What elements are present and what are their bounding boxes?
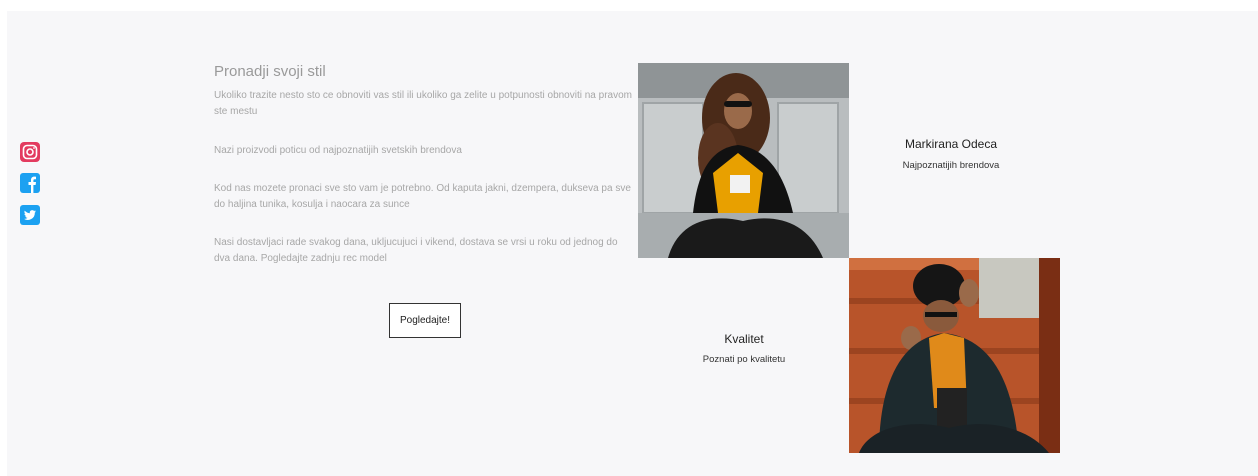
model-photo-man	[849, 258, 1060, 453]
intro-title: Pronadji svoji stil	[214, 63, 326, 80]
feature-title: Markirana Odeca	[904, 137, 998, 151]
intro-paragraph: Ukoliko trazite nesto sto ce obnoviti va…	[214, 90, 632, 117]
twitter-icon[interactable]	[20, 205, 40, 225]
feature-title: Kvalitet	[724, 332, 764, 346]
feature-subtitle: Poznati po kvalitetu	[702, 354, 786, 365]
intro-block: Pronadji svoji stil Ukoliko trazite nest…	[214, 63, 634, 264]
intro-paragraph: Kod nas mozete pronaci sve sto vam je po…	[214, 183, 631, 210]
instagram-icon[interactable]	[20, 142, 40, 162]
view-button[interactable]: Pogledajte!	[389, 303, 461, 338]
facebook-icon[interactable]	[20, 173, 40, 193]
model-photo-woman	[638, 63, 849, 258]
intro-paragraph: Nazi proizvodi poticu od najpoznatijih s…	[214, 145, 462, 156]
intro-paragraph: Nasi dostavljaci rade svakog dana, uklju…	[214, 237, 618, 264]
feature-subtitle: Najpoznatijih brendova	[902, 160, 1000, 171]
